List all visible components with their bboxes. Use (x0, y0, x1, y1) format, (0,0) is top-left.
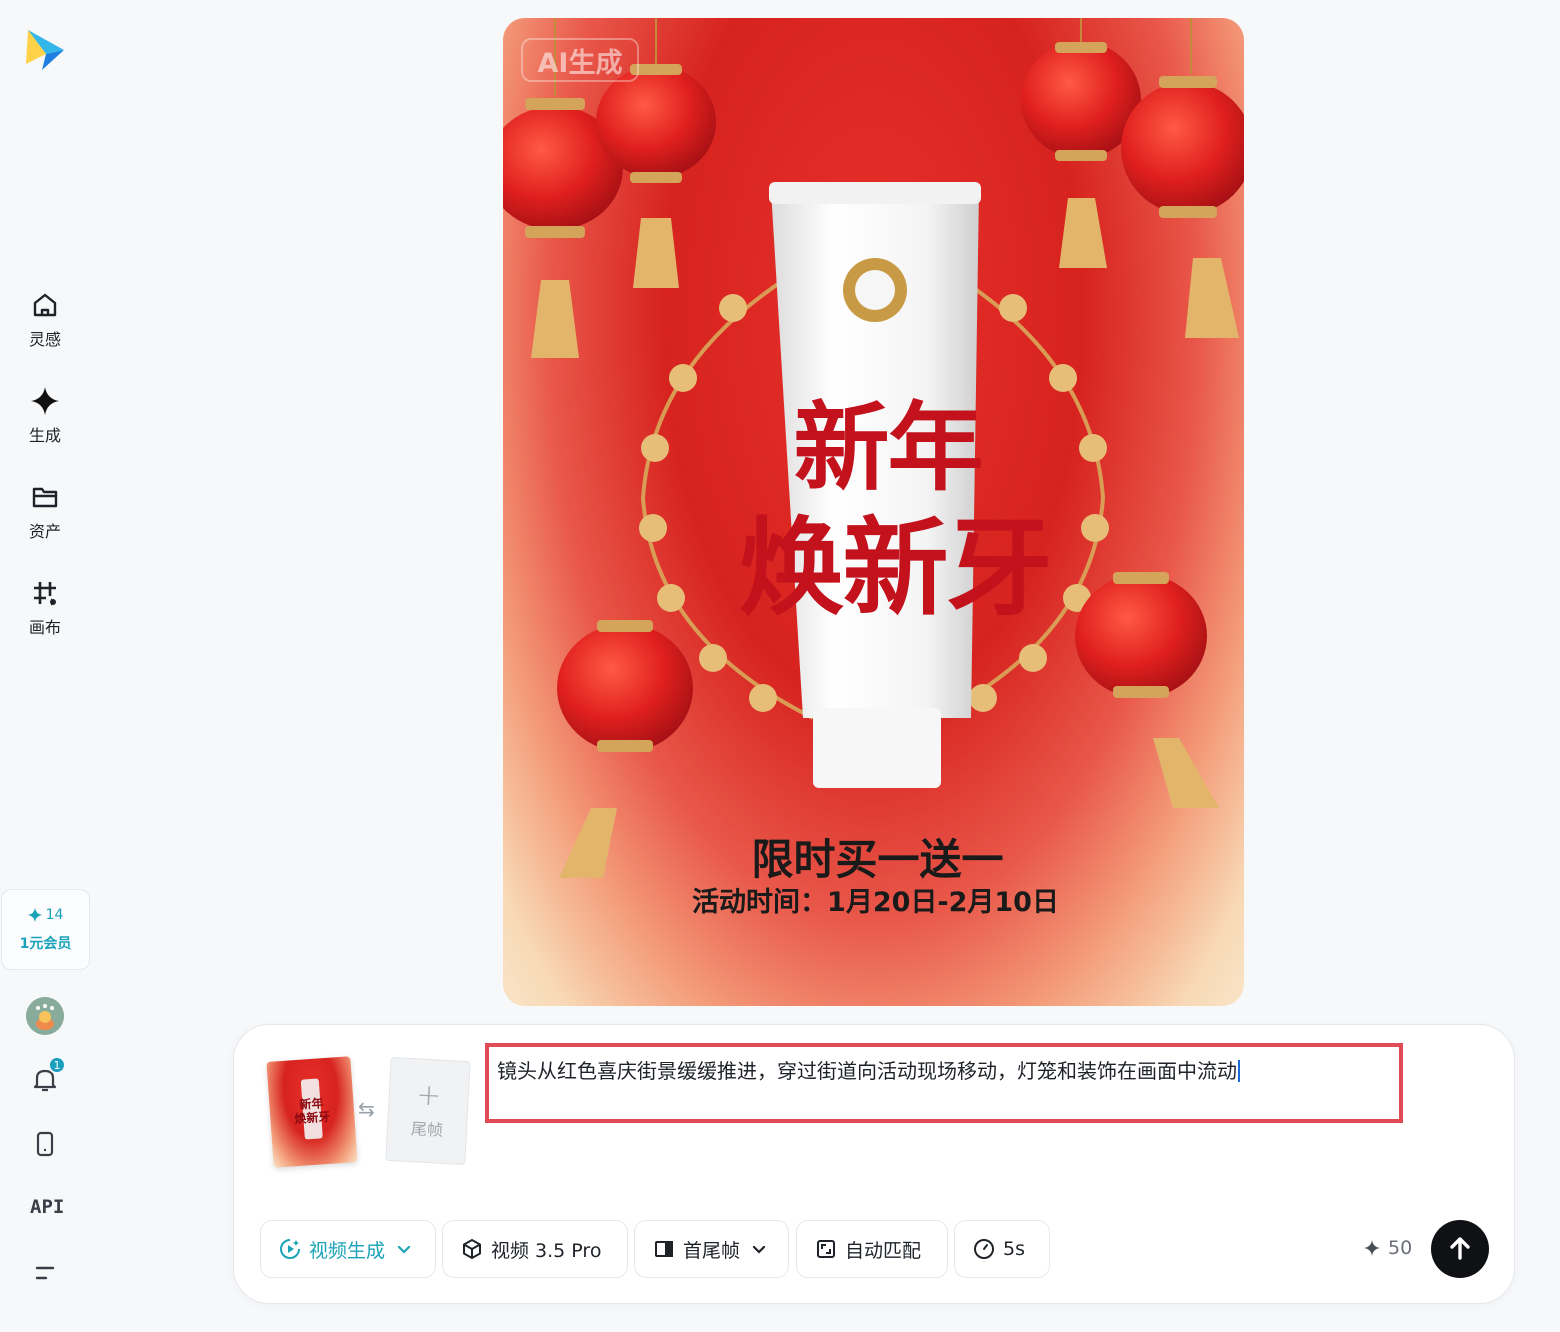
text-caret (1238, 1060, 1240, 1082)
prompt-input[interactable]: 镜头从红色喜庆街景缓缓推进，穿过街道向活动现场移动，灯笼和装饰在画面中流动 (485, 1043, 1403, 1123)
prompt-composer: 新年 焕新牙 ⇆ + 尾帧 镜头从红色喜庆街景缓缓推进，穿过街道向活动现场移动，… (233, 1024, 1515, 1304)
sidebar-item-assets[interactable]: 资产 (0, 482, 90, 542)
duration-select[interactable]: 5s (954, 1220, 1050, 1278)
clock-icon (974, 1239, 994, 1259)
folder-icon (32, 487, 58, 508)
sidebar-item-generate[interactable]: 生成 (0, 386, 90, 446)
sidebar-item-label: 资产 (28, 522, 61, 541)
frames-select[interactable]: 首尾帧 (634, 1220, 789, 1278)
menu-button[interactable] (28, 1256, 62, 1290)
sidebar-item-label: 画布 (28, 618, 61, 637)
sidebar: 灵感 生成 资产 画布 14 1元会员 1 API (0, 0, 90, 1332)
sidebar-item-canvas[interactable]: 画布 (0, 578, 90, 638)
poster-promo-date: 活动时间：1月20日-2月10日 (692, 887, 1059, 918)
swap-frames-icon[interactable]: ⇆ (358, 1097, 375, 1121)
plus-icon: + (415, 1077, 443, 1114)
generation-cost: 50 (1364, 1237, 1412, 1259)
sparkle-icon (1364, 1240, 1380, 1256)
video-generate-icon (280, 1239, 300, 1259)
notification-badge: 1 (48, 1056, 66, 1074)
api-link[interactable]: API (30, 1196, 64, 1218)
notification-button[interactable]: 1 (28, 1056, 66, 1096)
membership-card[interactable]: 14 1元会员 (1, 889, 90, 970)
first-frame-thumbnail[interactable]: 新年 焕新牙 (266, 1056, 358, 1168)
membership-label: 1元会员 (19, 935, 72, 952)
model-label: 视频 3.5 Pro (491, 1239, 602, 1262)
ratio-label: 自动匹配 (845, 1239, 922, 1262)
credit-balance: 14 (27, 906, 64, 923)
model-select[interactable]: 视频 3.5 Pro (442, 1220, 628, 1278)
last-frame-upload[interactable]: + 尾帧 (385, 1056, 471, 1166)
sidebar-item-inspiration[interactable]: 灵感 (0, 290, 90, 350)
menu-icon (35, 1266, 55, 1280)
generated-image-preview[interactable]: AI生成 新年 焕新牙 限时买一送一 活动时间：1月20日-2月10日 (503, 18, 1244, 1006)
home-icon (33, 293, 57, 317)
avatar[interactable] (26, 997, 64, 1035)
frames-icon (655, 1241, 673, 1257)
ai-generated-tag: AI生成 (521, 38, 639, 82)
sidebar-item-label: 灵感 (28, 330, 61, 349)
poster-headline-line2: 焕新牙 (738, 505, 1053, 630)
poster-promo: 限时买一送一 (751, 835, 1004, 884)
sidebar-item-label: 生成 (28, 426, 61, 445)
cost-value: 50 (1388, 1237, 1413, 1259)
cube-icon (463, 1239, 481, 1259)
ratio-select[interactable]: 自动匹配 (796, 1220, 948, 1278)
canvas-icon (34, 582, 56, 606)
chevron-down-icon (752, 1245, 766, 1254)
mobile-app-button[interactable] (28, 1127, 62, 1161)
duration-label: 5s (1003, 1238, 1025, 1260)
aspect-ratio-icon (817, 1240, 835, 1258)
sparkle-icon (31, 387, 59, 415)
app-logo[interactable] (24, 28, 66, 72)
send-button[interactable] (1431, 1220, 1489, 1278)
prompt-text: 镜头从红色喜庆街景缓缓推进，穿过街道向活动现场移动，灯笼和装饰在画面中流动 (497, 1055, 1240, 1084)
frames-label: 首尾帧 (683, 1239, 741, 1262)
last-frame-label: 尾帧 (410, 1119, 444, 1140)
sparkle-icon (27, 907, 42, 922)
credit-count: 14 (45, 906, 64, 923)
mode-label: 视频生成 (309, 1239, 386, 1262)
chevron-down-icon (397, 1245, 411, 1254)
phone-icon (36, 1131, 54, 1157)
mode-select[interactable]: 视频生成 (260, 1220, 436, 1278)
arrow-up-icon (1450, 1237, 1470, 1260)
prompt-value: 镜头从红色喜庆街景缓缓推进，穿过街道向活动现场移动，灯笼和装饰在画面中流动 (497, 1059, 1237, 1083)
